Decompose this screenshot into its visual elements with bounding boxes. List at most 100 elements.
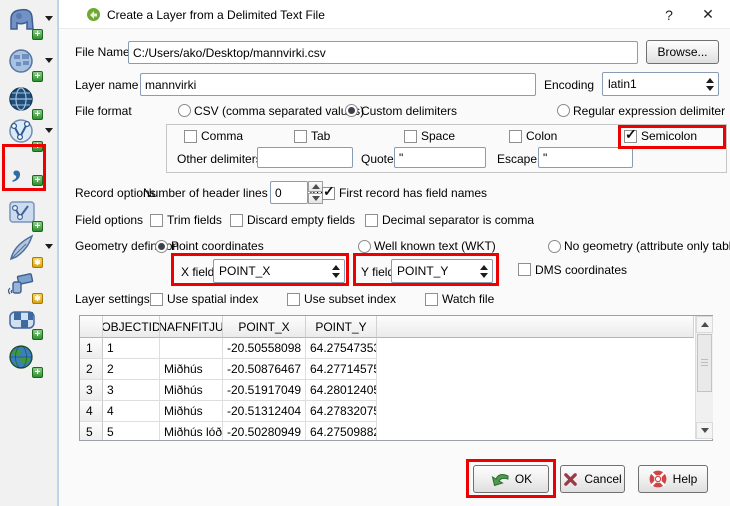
spinner-arrows-icon[interactable] — [332, 260, 340, 282]
cell-objectid: 1 — [103, 338, 160, 359]
space-checkbox-label: Space — [421, 129, 455, 143]
scroll-down-button[interactable] — [696, 422, 713, 439]
col-header[interactable]: OBJECTID — [103, 316, 160, 338]
qgis-delimited-text-dialog-screenshot: { "titlebar": { "title": "Create a Layer… — [0, 0, 730, 506]
row-filler — [377, 422, 694, 440]
layer-name-label: Layer name — [75, 78, 138, 92]
ok-arrow-icon — [490, 471, 509, 488]
add-raster-layer-button[interactable]: + — [6, 304, 40, 338]
new-spatialite-layer-button[interactable]: ✱ — [6, 232, 40, 266]
new-shapefile-layer-button[interactable]: + — [6, 196, 40, 230]
y-field-combo[interactable]: POINT_Y — [391, 259, 493, 283]
browse-button-label: Browse... — [657, 45, 707, 59]
wkt-radio[interactable] — [358, 240, 371, 253]
help-button[interactable]: Help — [638, 465, 708, 493]
add-wfs-layer-button[interactable]: + — [6, 116, 40, 150]
cell-point-x: -20.51312404 — [223, 401, 306, 422]
decimal-comma-label: Decimal separator is comma — [382, 213, 534, 227]
browse-button[interactable]: Browse... — [646, 40, 719, 64]
file-name-input[interactable] — [128, 41, 638, 64]
row-number[interactable]: 3 — [80, 380, 103, 401]
plus-badge-icon: + — [32, 175, 43, 186]
row-number[interactable]: 1 — [80, 338, 103, 359]
colon-checkbox[interactable] — [509, 130, 522, 143]
manage-layers-toolbar: + + + + , — [0, 0, 58, 506]
add-delimited-text-layer-button[interactable]: , + — [6, 150, 40, 184]
first-record-checkbox[interactable]: ✓ — [322, 187, 335, 200]
help-button-label: Help — [673, 472, 698, 486]
spinner-arrows-icon[interactable] — [706, 73, 714, 95]
spin-up-button[interactable] — [308, 181, 323, 192]
scroll-up-button[interactable] — [696, 316, 713, 333]
dropdown-arrow-icon[interactable] — [45, 58, 53, 63]
scrollbar-thumb[interactable] — [697, 334, 712, 392]
spin-down-button[interactable] — [308, 193, 323, 204]
csv-radio[interactable] — [178, 104, 191, 117]
new-gpx-layer-button[interactable]: ✱ — [6, 268, 40, 302]
add-postgis-layer-button[interactable]: + — [6, 4, 40, 38]
add-wms-layer-button[interactable]: + — [6, 84, 40, 118]
escape-input[interactable] — [538, 147, 633, 168]
trim-fields-checkbox[interactable] — [150, 214, 163, 227]
decimal-comma-checkbox[interactable] — [365, 214, 378, 227]
subset-index-checkbox[interactable] — [287, 293, 300, 306]
ok-button[interactable]: OK — [473, 465, 549, 493]
thumb-grip-icon — [701, 359, 708, 367]
col-header[interactable]: POINT_X — [223, 316, 306, 338]
header-lines-spinbox[interactable] — [270, 181, 308, 204]
row-number[interactable]: 5 — [80, 422, 103, 440]
row-number[interactable]: 2 — [80, 359, 103, 380]
other-delimiters-input[interactable] — [257, 147, 353, 168]
dropdown-arrow-icon[interactable] — [45, 16, 53, 21]
regex-delimiter-radio[interactable] — [557, 104, 570, 117]
spatial-index-checkbox[interactable] — [150, 293, 163, 306]
add-web-globe-layer-button[interactable]: + — [6, 342, 40, 376]
table-vertical-scrollbar[interactable] — [695, 316, 713, 439]
y-field-value: POINT_Y — [397, 264, 448, 278]
cell-nafnfitju — [160, 338, 223, 359]
plus-badge-icon: + — [32, 29, 43, 40]
watch-file-checkbox[interactable] — [425, 293, 438, 306]
encoding-label: Encoding — [544, 78, 594, 92]
close-button[interactable]: ✕ — [694, 3, 722, 26]
other-delimiters-label: Other delimiters — [177, 152, 262, 166]
help-titlebar-button[interactable]: ? — [656, 3, 682, 26]
space-checkbox[interactable] — [404, 130, 417, 143]
preview-table: OBJECTID NAFNFITJU POINT_X POINT_Y 1 1 -… — [80, 316, 694, 440]
discard-empty-checkbox[interactable] — [230, 214, 243, 227]
row-number[interactable]: 4 — [80, 401, 103, 422]
dms-coordinates-checkbox[interactable] — [518, 263, 531, 276]
discard-empty-label: Discard empty fields — [247, 213, 355, 227]
cell-point-y: 64.27547353 — [306, 338, 377, 359]
cell-point-y: 64.28012405 — [306, 380, 377, 401]
cell-objectid: 5 — [103, 422, 160, 440]
dropdown-arrow-icon[interactable] — [45, 244, 53, 249]
no-geometry-label: No geometry (attribute only table) — [564, 239, 730, 253]
cell-point-x: -20.50280949 — [223, 422, 306, 440]
layer-settings-label: Layer settings — [75, 292, 150, 306]
col-header[interactable]: NAFNFITJU — [160, 316, 223, 338]
add-mssql-layer-button[interactable]: + — [6, 46, 40, 80]
cell-point-y: 64.27509882 — [306, 422, 377, 440]
semicolon-checkbox[interactable]: ✓ — [624, 130, 637, 143]
cell-point-y: 64.27832075 — [306, 401, 377, 422]
custom-delimiters-radio[interactable] — [345, 104, 358, 117]
point-coordinates-radio[interactable] — [155, 240, 168, 253]
spinner-arrows-icon[interactable] — [480, 260, 488, 282]
col-header[interactable]: POINT_Y — [306, 316, 377, 338]
encoding-combo[interactable]: latin1 — [602, 72, 719, 96]
comma-checkbox[interactable] — [184, 130, 197, 143]
row-filler — [377, 359, 694, 380]
row-filler — [377, 338, 694, 359]
quote-input[interactable] — [394, 147, 486, 168]
tab-checkbox[interactable] — [294, 130, 307, 143]
cell-point-x: -20.50876467 — [223, 359, 306, 380]
cell-point-y: 64.27714575 — [306, 359, 377, 380]
x-field-combo[interactable]: POINT_X — [213, 259, 345, 283]
layer-name-input[interactable] — [140, 73, 536, 96]
dropdown-arrow-icon[interactable] — [45, 128, 53, 133]
ok-button-label: OK — [515, 472, 532, 486]
no-geometry-radio[interactable] — [548, 240, 561, 253]
quote-label: Quote — [361, 152, 394, 166]
cancel-button[interactable]: Cancel — [560, 465, 625, 493]
